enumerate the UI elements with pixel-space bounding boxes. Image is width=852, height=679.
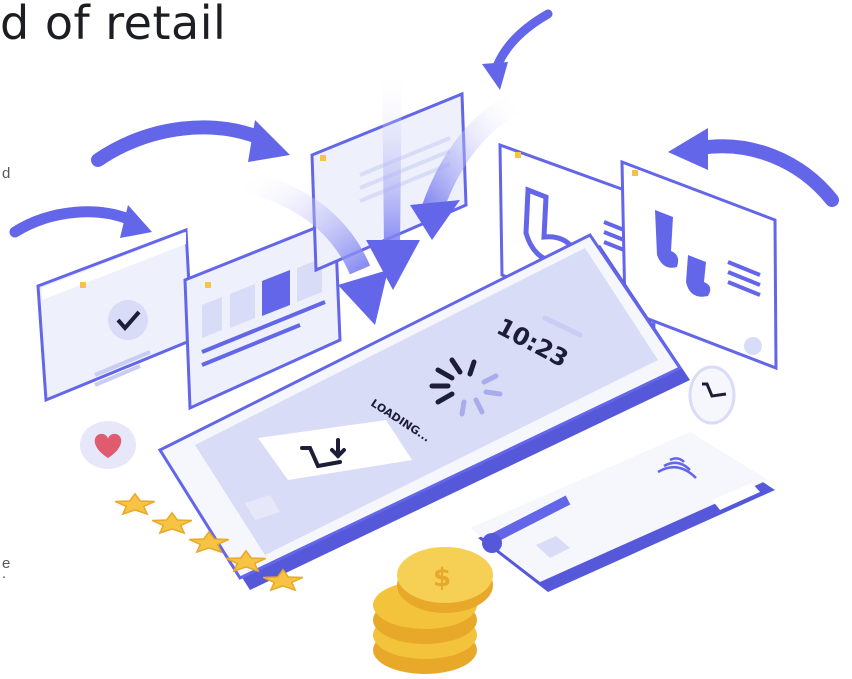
coin-symbol: $ xyxy=(433,563,451,593)
curved-arrow-left-upper xyxy=(91,120,290,167)
curved-arrow-top xyxy=(482,9,553,90)
cart-badge xyxy=(688,365,736,425)
curved-arrow-left-lower xyxy=(9,205,152,238)
star-icon xyxy=(114,492,156,516)
heart-badge xyxy=(80,421,136,469)
coin-stack: $ xyxy=(373,547,493,674)
retail-illustration: + 10:23 xyxy=(9,9,839,674)
browser-window-check xyxy=(36,227,194,403)
star-icon xyxy=(151,511,193,535)
